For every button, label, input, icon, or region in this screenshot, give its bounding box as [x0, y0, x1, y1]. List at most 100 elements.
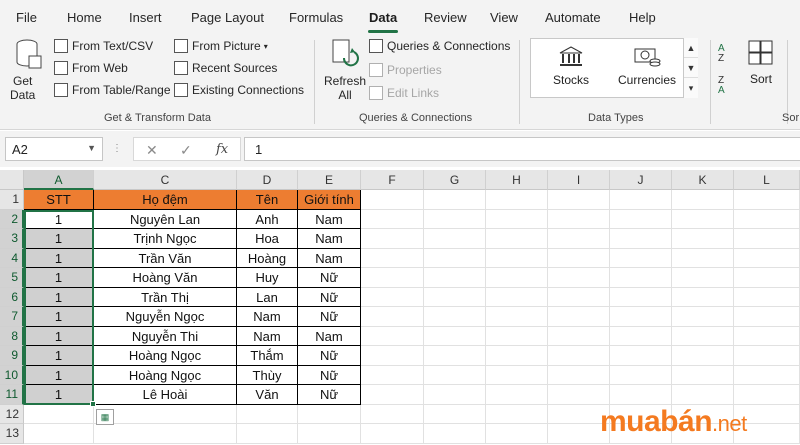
- column-header-e[interactable]: E: [298, 170, 361, 190]
- empty-cell[interactable]: [361, 346, 424, 366]
- empty-cell[interactable]: [361, 424, 424, 444]
- table-header-cell[interactable]: STT: [24, 190, 94, 210]
- table-cell[interactable]: Nam: [298, 326, 361, 346]
- tab-insert[interactable]: Insert: [129, 10, 162, 25]
- empty-cell[interactable]: [424, 346, 486, 366]
- empty-cell[interactable]: [610, 346, 672, 366]
- table-cell[interactable]: Lan: [237, 287, 298, 307]
- empty-cell[interactable]: [486, 307, 548, 327]
- empty-cell[interactable]: [672, 326, 734, 346]
- table-cell[interactable]: Nữ: [298, 307, 361, 327]
- recent-sources-button[interactable]: Recent Sources: [174, 61, 277, 75]
- empty-cell[interactable]: [548, 229, 610, 249]
- empty-cell[interactable]: [486, 229, 548, 249]
- table-cell[interactable]: 1: [24, 346, 94, 366]
- column-header-d[interactable]: D: [237, 170, 298, 190]
- empty-cell[interactable]: [548, 248, 610, 268]
- empty-cell[interactable]: [237, 424, 298, 444]
- table-cell[interactable]: 1: [24, 365, 94, 385]
- empty-cell[interactable]: [672, 229, 734, 249]
- column-header-g[interactable]: G: [424, 170, 486, 190]
- column-header-a[interactable]: A: [24, 170, 94, 190]
- empty-cell[interactable]: [486, 424, 548, 444]
- empty-cell[interactable]: [610, 209, 672, 229]
- empty-cell[interactable]: [424, 248, 486, 268]
- empty-cell[interactable]: [361, 326, 424, 346]
- empty-cell[interactable]: [548, 365, 610, 385]
- empty-cell[interactable]: [424, 404, 486, 424]
- empty-cell[interactable]: [424, 229, 486, 249]
- empty-cell[interactable]: [486, 326, 548, 346]
- empty-cell[interactable]: [672, 190, 734, 210]
- column-header-k[interactable]: K: [672, 170, 734, 190]
- table-cell[interactable]: Lê Hoài: [94, 385, 237, 405]
- empty-cell[interactable]: [734, 385, 800, 405]
- empty-cell[interactable]: [361, 385, 424, 405]
- empty-cell[interactable]: [548, 307, 610, 327]
- from-text-csv-button[interactable]: From Text/CSV: [54, 39, 153, 53]
- table-cell[interactable]: Thắm: [237, 346, 298, 366]
- currencies-button[interactable]: Currencies: [615, 45, 679, 93]
- table-cell[interactable]: 1: [24, 229, 94, 249]
- table-cell[interactable]: Nữ: [298, 385, 361, 405]
- table-header-cell[interactable]: Tên: [237, 190, 298, 210]
- table-cell[interactable]: Hoàng Ngọc: [94, 365, 237, 385]
- row-header[interactable]: 4: [0, 248, 24, 268]
- empty-cell[interactable]: [361, 287, 424, 307]
- table-cell[interactable]: Nguyễn Ngọc: [94, 307, 237, 327]
- table-cell[interactable]: Nữ: [298, 268, 361, 288]
- empty-cell[interactable]: [424, 190, 486, 210]
- empty-cell[interactable]: [672, 346, 734, 366]
- from-web-button[interactable]: From Web: [54, 61, 128, 75]
- chevron-up-icon[interactable]: ▲: [684, 38, 698, 58]
- empty-cell[interactable]: [734, 229, 800, 249]
- empty-cell[interactable]: [486, 404, 548, 424]
- row-header[interactable]: 8: [0, 326, 24, 346]
- empty-cell[interactable]: [486, 268, 548, 288]
- empty-cell[interactable]: [672, 385, 734, 405]
- empty-cell[interactable]: [424, 424, 486, 444]
- confirm-icon[interactable]: ✓: [180, 142, 192, 159]
- insert-function-icon[interactable]: fx: [216, 142, 228, 157]
- empty-cell[interactable]: [734, 190, 800, 210]
- empty-cell[interactable]: [734, 365, 800, 385]
- cancel-icon[interactable]: ✕: [146, 142, 158, 159]
- sort-az-button[interactable]: AZ: [718, 44, 738, 64]
- from-picture-button[interactable]: From Picture ▾: [174, 39, 268, 53]
- row-header[interactable]: 6: [0, 287, 24, 307]
- empty-cell[interactable]: [734, 346, 800, 366]
- table-cell[interactable]: Nguyễn Thi: [94, 326, 237, 346]
- empty-cell[interactable]: [672, 287, 734, 307]
- tab-view[interactable]: View: [490, 10, 518, 25]
- row-header[interactable]: 10: [0, 365, 24, 385]
- chevron-down-icon[interactable]: ▼: [684, 58, 698, 78]
- empty-cell[interactable]: [361, 190, 424, 210]
- tab-help[interactable]: Help: [629, 10, 656, 25]
- empty-cell[interactable]: [548, 326, 610, 346]
- table-cell[interactable]: Nam: [298, 248, 361, 268]
- empty-cell[interactable]: [548, 287, 610, 307]
- empty-cell[interactable]: [548, 209, 610, 229]
- table-header-cell[interactable]: Họ đệm: [94, 190, 237, 210]
- empty-cell[interactable]: [610, 326, 672, 346]
- empty-cell[interactable]: [361, 307, 424, 327]
- table-cell[interactable]: Nam: [237, 326, 298, 346]
- table-cell[interactable]: Thùy: [237, 365, 298, 385]
- empty-cell[interactable]: [548, 268, 610, 288]
- stocks-button[interactable]: Stocks: [543, 45, 599, 93]
- empty-cell[interactable]: [298, 404, 361, 424]
- empty-cell[interactable]: [361, 268, 424, 288]
- from-table-range-button[interactable]: From Table/Range: [54, 83, 171, 97]
- empty-cell[interactable]: [298, 424, 361, 444]
- empty-cell[interactable]: [610, 229, 672, 249]
- empty-cell[interactable]: [734, 326, 800, 346]
- properties-button[interactable]: Properties: [369, 63, 442, 77]
- empty-cell[interactable]: [361, 209, 424, 229]
- empty-cell[interactable]: [424, 209, 486, 229]
- table-cell[interactable]: Nguyên Lan: [94, 209, 237, 229]
- empty-cell[interactable]: [548, 346, 610, 366]
- empty-cell[interactable]: [486, 346, 548, 366]
- empty-cell[interactable]: [486, 190, 548, 210]
- table-cell[interactable]: Hoàng: [237, 248, 298, 268]
- row-header[interactable]: 5: [0, 268, 24, 288]
